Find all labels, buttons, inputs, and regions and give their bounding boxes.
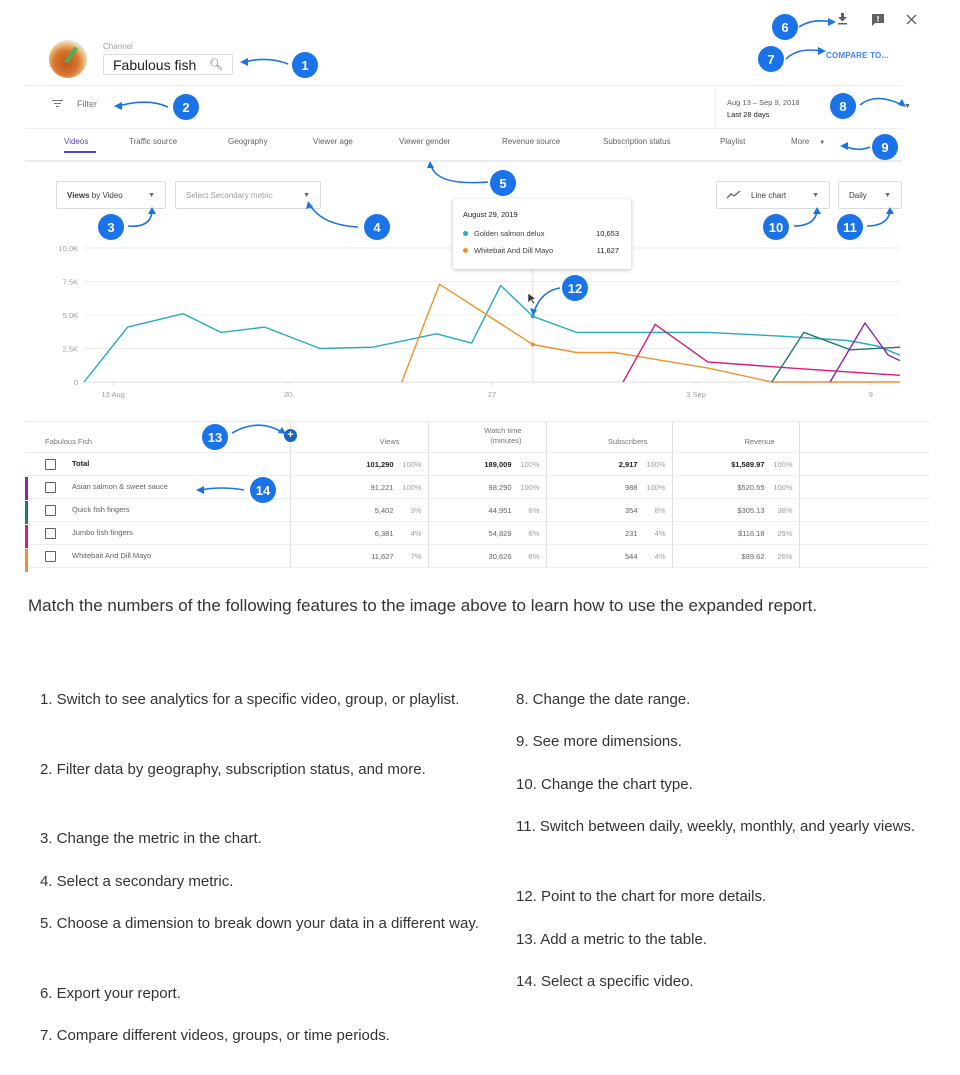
arrow-7 <box>785 49 823 60</box>
instruction-item: 1. Switch to see analytics for a specifi… <box>40 691 460 708</box>
arrow-13 <box>231 424 283 434</box>
arrow-8 <box>859 97 903 106</box>
instruction-item: 13. Add a metric to the table. <box>516 931 707 948</box>
arrow-12 <box>533 287 561 313</box>
callout-badge-1: 1 <box>292 52 318 78</box>
instruction-item: 5. Choose a dimension to break down your… <box>40 915 479 932</box>
callout-badge-11: 11 <box>837 214 863 240</box>
instructions-intro: Match the numbers of the following featu… <box>28 596 818 615</box>
series-color-bar <box>25 501 28 524</box>
series-color-bar <box>25 477 28 500</box>
instruction-item: 7. Compare different videos, groups, or … <box>40 1027 390 1044</box>
instruction-item: 3. Change the metric in the chart. <box>40 830 262 847</box>
arrow-1 <box>243 58 289 65</box>
instruction-item: 6. Export your report. <box>40 985 181 1002</box>
instruction-item: 8. Change the date range. <box>516 691 691 708</box>
instruction-item: 9. See more dimensions. <box>516 733 682 750</box>
arrow-14 <box>199 487 245 491</box>
arrow-4 <box>309 204 359 228</box>
arrow-5 <box>430 164 489 184</box>
instruction-item: 14. Select a specific video. <box>516 973 694 990</box>
callout-badge-3: 3 <box>98 214 124 240</box>
arrow-6 <box>798 20 833 28</box>
callout-badge-12: 12 <box>562 275 588 301</box>
instruction-item: 11. Switch between daily, weekly, monthl… <box>516 818 916 835</box>
callout-badge-7: 7 <box>758 46 784 72</box>
instruction-item: 10. Change the chart type. <box>516 776 693 793</box>
callout-arrows <box>114 18 906 494</box>
callout-badge-10: 10 <box>763 214 789 240</box>
callout-badge-13: 13 <box>202 424 228 450</box>
instruction-item: 4. Select a secondary metric. <box>40 873 234 890</box>
arrow-2 <box>117 101 169 108</box>
callout-badge-5: 5 <box>490 170 516 196</box>
callout-badge-6: 6 <box>772 14 798 40</box>
series-color-bar <box>25 549 28 572</box>
instruction-item: 12. Point to the chart for more details. <box>516 888 767 905</box>
arrow-3 <box>127 211 153 228</box>
series-color-bar <box>25 525 28 548</box>
callout-badge-14: 14 <box>250 477 276 503</box>
callout-badge-4: 4 <box>364 214 390 240</box>
callout-badge-8: 8 <box>830 93 856 119</box>
callout-badge-2: 2 <box>173 94 199 120</box>
instruction-item: 2. Filter data by geography, subscriptio… <box>40 761 426 778</box>
callout-badge-9: 9 <box>872 134 898 160</box>
